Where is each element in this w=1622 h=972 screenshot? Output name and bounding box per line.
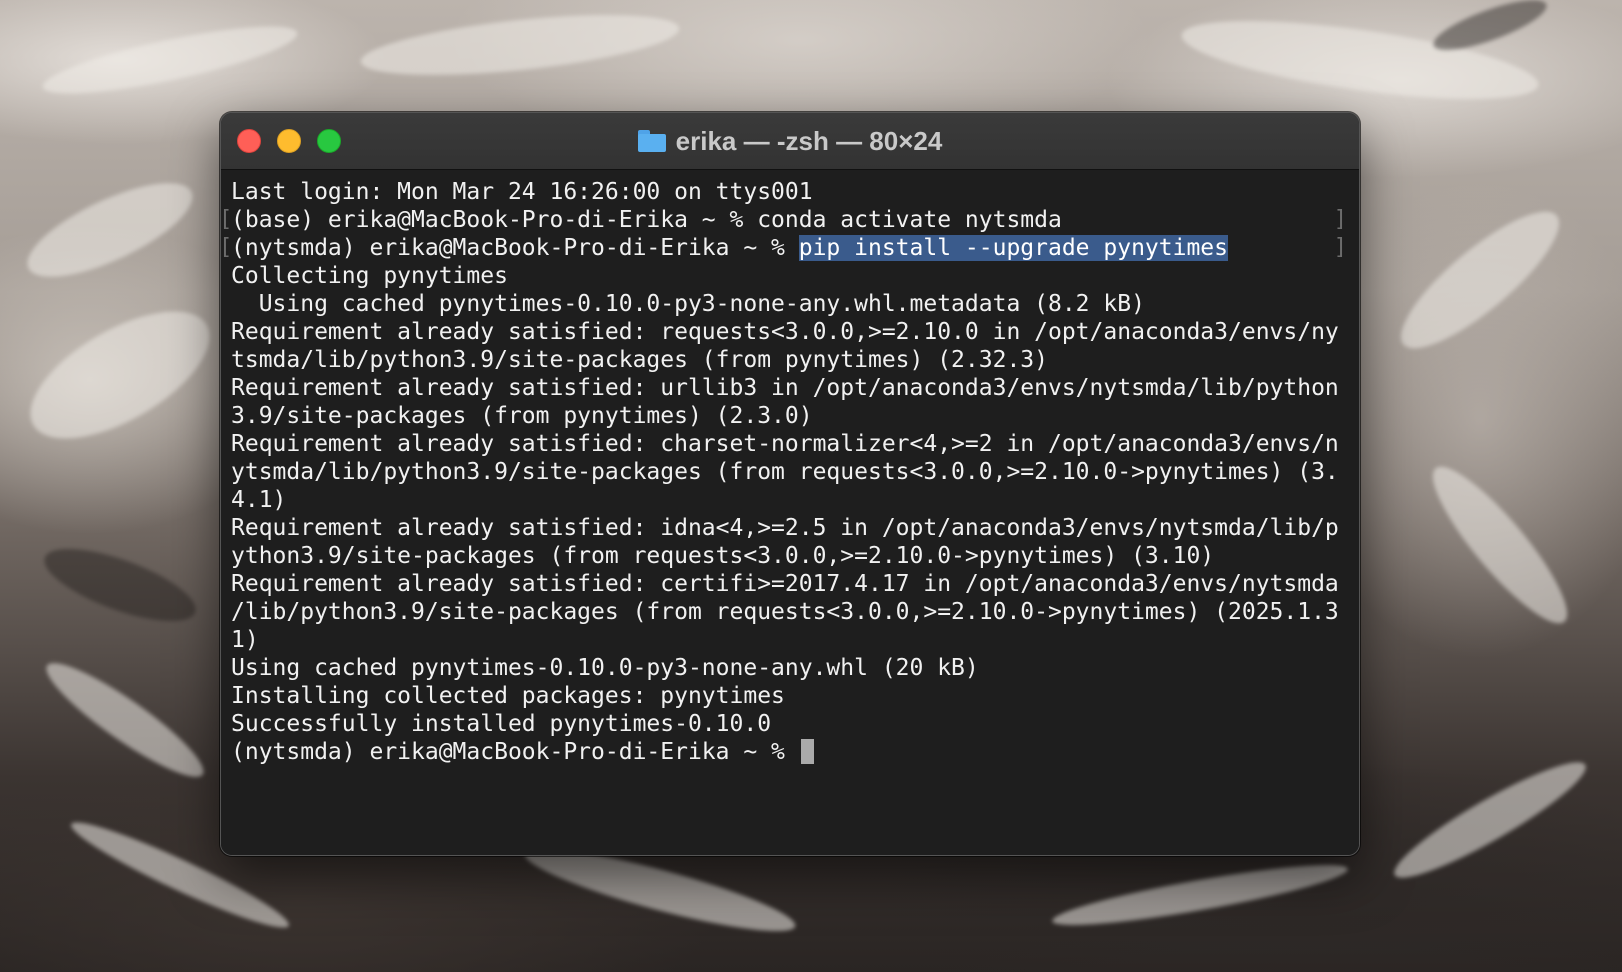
line-text: /lib/python3.9/site-packages (from reque…: [231, 599, 1339, 625]
terminal-line: Requirement already satisfied: idna<4,>=…: [231, 514, 1351, 542]
line-text: Requirement already satisfied: idna<4,>=…: [231, 515, 1339, 541]
mark-bracket-left: [: [220, 235, 233, 260]
terminal-line: Last login: Mon Mar 24 16:26:00 on ttys0…: [231, 178, 1351, 206]
prompt-text: (nytsmda) erika@MacBook-Pro-di-Erika ~ %: [231, 739, 799, 765]
line-text: Last login: Mon Mar 24 16:26:00 on ttys0…: [231, 179, 813, 205]
line-text: ython3.9/site-packages (from requests<3.…: [231, 543, 1215, 569]
line-text: 1): [231, 627, 259, 653]
mark-bracket-right: ]: [1333, 235, 1347, 260]
terminal-line: ytsmda/lib/python3.9/site-packages (from…: [231, 458, 1351, 486]
terminal-line: 1): [231, 626, 1351, 654]
terminal-window: erika — -zsh — 80×24 Last login: Mon Mar…: [220, 112, 1360, 856]
selected-command-text[interactable]: pip install --upgrade pynytimes: [798, 235, 1228, 261]
terminal-line: 3.9/site-packages (from pynytimes) (2.3.…: [231, 402, 1351, 430]
terminal-line: (base) erika@MacBook-Pro-di-Erika ~ % co…: [221, 206, 1351, 234]
line-text: Collecting pynytimes: [231, 263, 508, 289]
terminal-line: Collecting pynytimes: [231, 262, 1351, 290]
terminal-line: /lib/python3.9/site-packages (from reque…: [231, 598, 1351, 626]
line-text: 4.1): [231, 487, 287, 513]
terminal-line: ython3.9/site-packages (from requests<3.…: [231, 542, 1351, 570]
terminal-line: Requirement already satisfied: charset-n…: [231, 430, 1351, 458]
terminal-line: Requirement already satisfied: requests<…: [231, 318, 1351, 346]
line-text: Requirement already satisfied: certifi>=…: [231, 571, 1339, 597]
terminal-line: (nytsmda) erika@MacBook-Pro-di-Erika ~ %…: [221, 234, 1351, 262]
line-text: ytsmda/lib/python3.9/site-packages (from…: [231, 459, 1339, 485]
terminal-line: Using cached pynytimes-0.10.0-py3-none-a…: [231, 654, 1351, 682]
text-cursor[interactable]: [800, 739, 814, 764]
terminal-line: 4.1): [231, 486, 1351, 514]
line-text: 3.9/site-packages (from pynytimes) (2.3.…: [231, 403, 813, 429]
prompt-text: (nytsmda) erika@MacBook-Pro-di-Erika ~ %: [231, 235, 799, 261]
line-text: Using cached pynytimes-0.10.0-py3-none-a…: [231, 655, 979, 681]
terminal-line: Using cached pynytimes-0.10.0-py3-none-a…: [231, 290, 1351, 318]
line-text: Installing collected packages: pynytimes: [231, 683, 785, 709]
line-text: Successfully installed pynytimes-0.10.0: [231, 711, 772, 737]
line-text: Using cached pynytimes-0.10.0-py3-none-a…: [231, 291, 1145, 317]
window-titlebar[interactable]: erika — -zsh — 80×24: [221, 113, 1359, 170]
line-text: (base) erika@MacBook-Pro-di-Erika ~ % co…: [231, 207, 1062, 233]
line-text: tsmda/lib/python3.9/site-packages (from …: [231, 347, 1048, 373]
folder-icon: [637, 130, 666, 152]
line-text: Requirement already satisfied: urllib3 i…: [231, 375, 1339, 401]
line-text: Requirement already satisfied: requests<…: [231, 319, 1339, 345]
mark-bracket-right: ]: [1333, 207, 1347, 232]
terminal-line: Installing collected packages: pynytimes: [231, 682, 1351, 710]
window-title-group: erika — -zsh — 80×24: [221, 113, 1359, 169]
terminal-line: Requirement already satisfied: urllib3 i…: [231, 374, 1351, 402]
terminal-line: Requirement already satisfied: certifi>=…: [231, 570, 1351, 598]
line-text: Requirement already satisfied: charset-n…: [231, 431, 1339, 457]
terminal-line: tsmda/lib/python3.9/site-packages (from …: [231, 346, 1351, 374]
mark-bracket-left: [: [220, 207, 233, 232]
window-title: erika — -zsh — 80×24: [675, 125, 943, 156]
terminal-line: Successfully installed pynytimes-0.10.0: [231, 710, 1351, 738]
terminal-output-area[interactable]: Last login: Mon Mar 24 16:26:00 on ttys0…: [221, 170, 1359, 855]
terminal-lines: Last login: Mon Mar 24 16:26:00 on ttys0…: [221, 178, 1351, 766]
terminal-line: (nytsmda) erika@MacBook-Pro-di-Erika ~ %: [231, 738, 1351, 766]
